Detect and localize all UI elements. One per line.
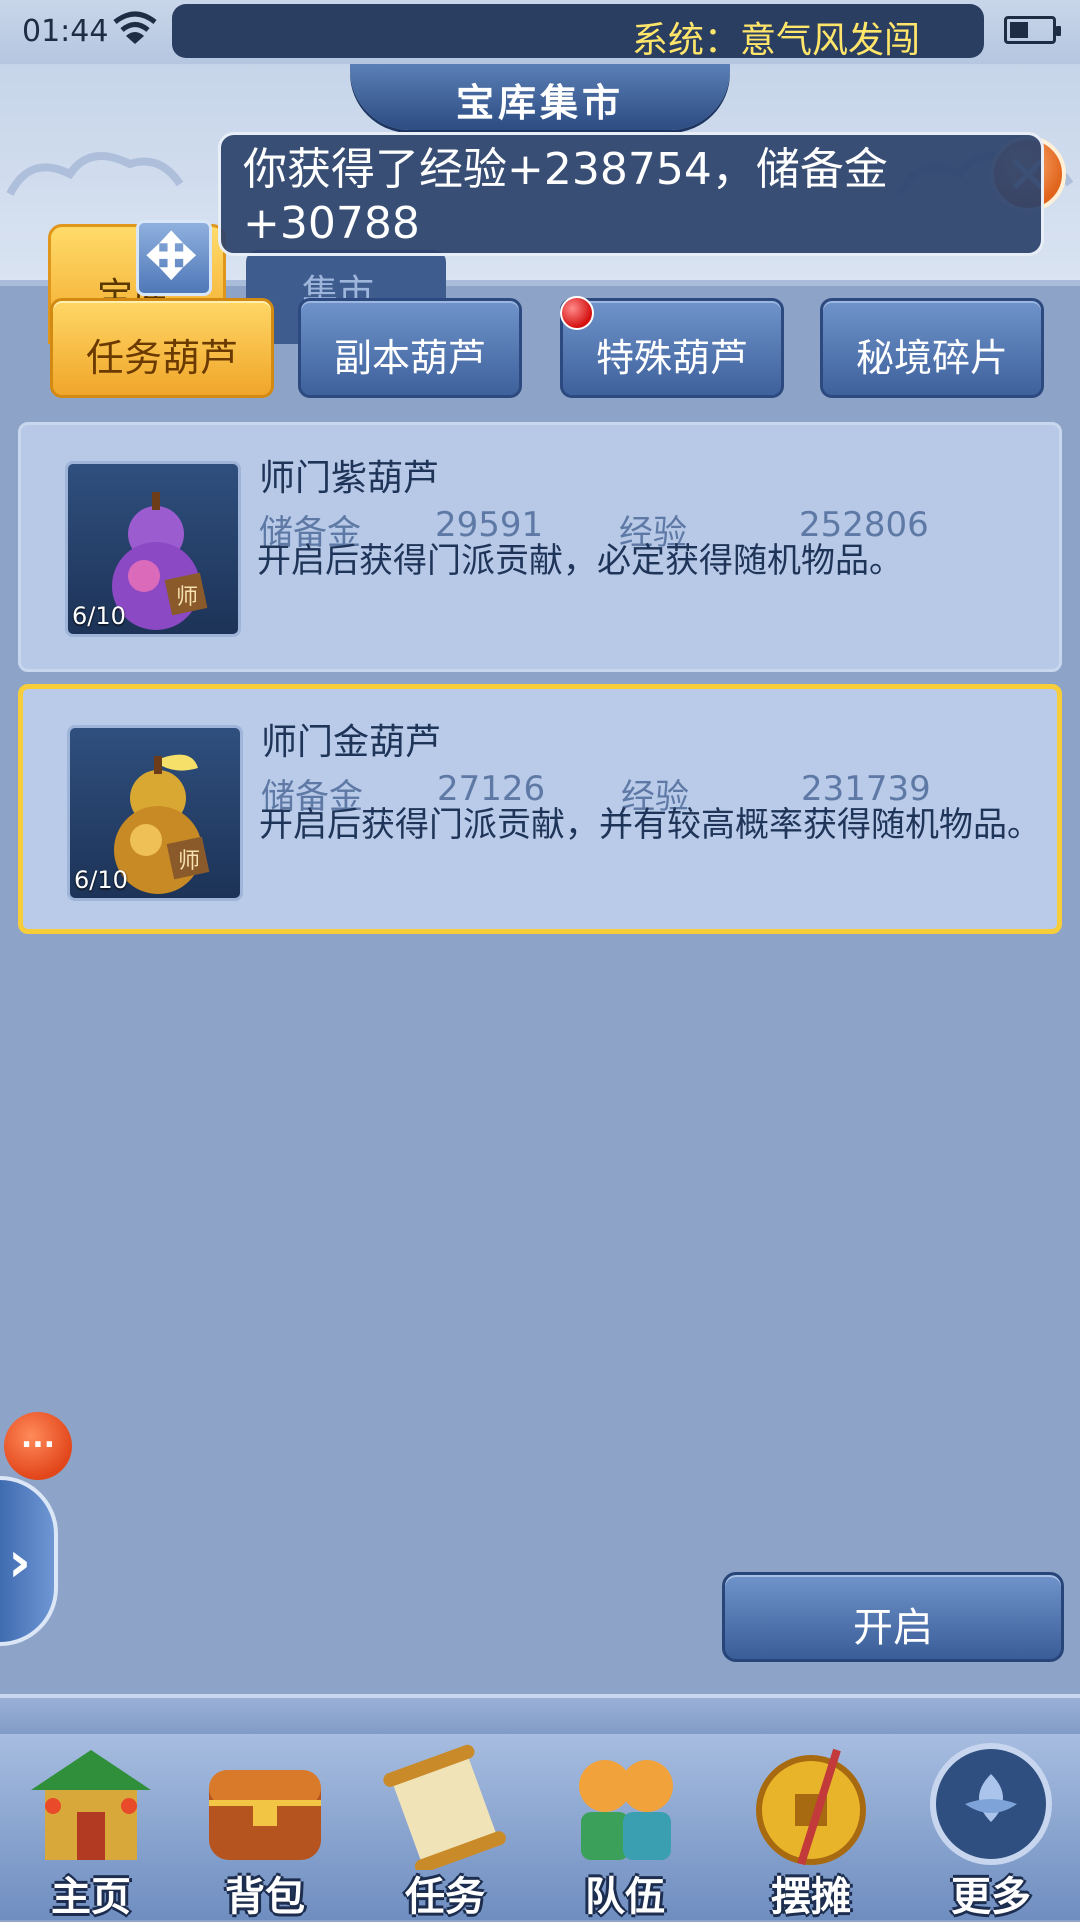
- open-button-label: 开启: [853, 1605, 933, 1651]
- nav-label: 摆摊: [771, 1874, 851, 1920]
- nav-label: 背包: [225, 1874, 305, 1920]
- cloud-ornament-icon: [6, 152, 184, 196]
- open-button[interactable]: 开启: [722, 1572, 1064, 1662]
- stall-icon: [756, 1748, 866, 1866]
- nav-label: 主页: [51, 1874, 131, 1920]
- nav-label: 任务: [405, 1874, 485, 1920]
- more-icon: [930, 1743, 1052, 1865]
- nav-backpack[interactable]: 背包: [180, 1734, 350, 1920]
- bottom-border-ornament: [0, 1694, 1080, 1738]
- bottom-nav: 主页 背包 任务 队伍 摆摊 更多: [0, 1734, 1080, 1920]
- gold-gourd-icon: 师 6/10: [67, 725, 243, 901]
- move-arrows-icon[interactable]: [136, 220, 212, 296]
- category-label: 副本葫芦: [333, 336, 486, 380]
- svg-text:师: 师: [176, 585, 198, 610]
- nav-label: 更多: [951, 1874, 1031, 1920]
- quest-scroll-icon: [383, 1744, 506, 1870]
- item-card-gold-gourd[interactable]: 师 6/10 师门金葫芦 储备金 27126 经验 231739 开启后获得门派…: [18, 684, 1062, 934]
- category-label: 秘境碎片: [855, 336, 1008, 380]
- backpack-icon: [209, 1770, 321, 1860]
- system-marquee: 系统：意气风发闯: [172, 4, 984, 58]
- nav-more[interactable]: 更多: [906, 1734, 1076, 1920]
- home-icon: [31, 1750, 151, 1860]
- nav-quest[interactable]: 任务: [360, 1734, 530, 1920]
- ellipsis-icon: ...: [20, 1420, 56, 1455]
- item-description: 开启后获得门派贡献，必定获得随机物品。: [257, 541, 903, 581]
- nav-label: 队伍: [585, 1874, 665, 1920]
- side-expand-button[interactable]: ›: [0, 1476, 58, 1646]
- purple-gourd-icon: 师 6/10: [65, 461, 241, 637]
- page-title: 宝库集市: [455, 81, 624, 125]
- category-realm-fragment-button[interactable]: 秘境碎片: [820, 298, 1044, 398]
- item-count: 6/10: [74, 866, 128, 894]
- title-plate: 宝库集市: [350, 64, 730, 130]
- item-name: 师门金葫芦: [261, 722, 442, 763]
- notification-dot: [560, 296, 594, 330]
- category-task-gourd-button[interactable]: 任务葫芦: [50, 298, 274, 398]
- team-icon: [579, 1760, 673, 1860]
- svg-text:师: 师: [178, 849, 200, 874]
- toast-message: 你获得了经验+238754，储备金+30788: [243, 144, 888, 249]
- item-description: 开启后获得门派贡献，并有较高概率获得随机物品。: [259, 805, 1041, 845]
- item-count: 6/10: [72, 602, 126, 630]
- battery-icon: [1004, 16, 1061, 44]
- nav-home[interactable]: 主页: [6, 1734, 176, 1920]
- reward-toast: 你获得了经验+238754，储备金+30788: [218, 132, 1044, 256]
- category-label: 特殊葫芦: [595, 336, 748, 380]
- category-dungeon-gourd-button[interactable]: 副本葫芦: [298, 298, 522, 398]
- wifi-icon: [113, 11, 157, 44]
- status-bar: 01:44 系统：意气风发闯: [0, 0, 1080, 64]
- marquee-text: 系统：意气风发闯: [632, 20, 921, 58]
- item-name: 师门紫葫芦: [259, 458, 440, 499]
- nav-stall[interactable]: 摆摊: [726, 1734, 896, 1920]
- clock: 01:44: [22, 14, 109, 49]
- chevron-right-icon: ›: [8, 1530, 32, 1595]
- item-card-purple-gourd[interactable]: 师 6/10 师门紫葫芦 储备金 29591 经验 252806 开启后获得门派…: [18, 422, 1062, 672]
- nav-team[interactable]: 队伍: [540, 1734, 710, 1920]
- category-label: 任务葫芦: [85, 336, 238, 380]
- chat-bubble-button[interactable]: ...: [4, 1412, 72, 1480]
